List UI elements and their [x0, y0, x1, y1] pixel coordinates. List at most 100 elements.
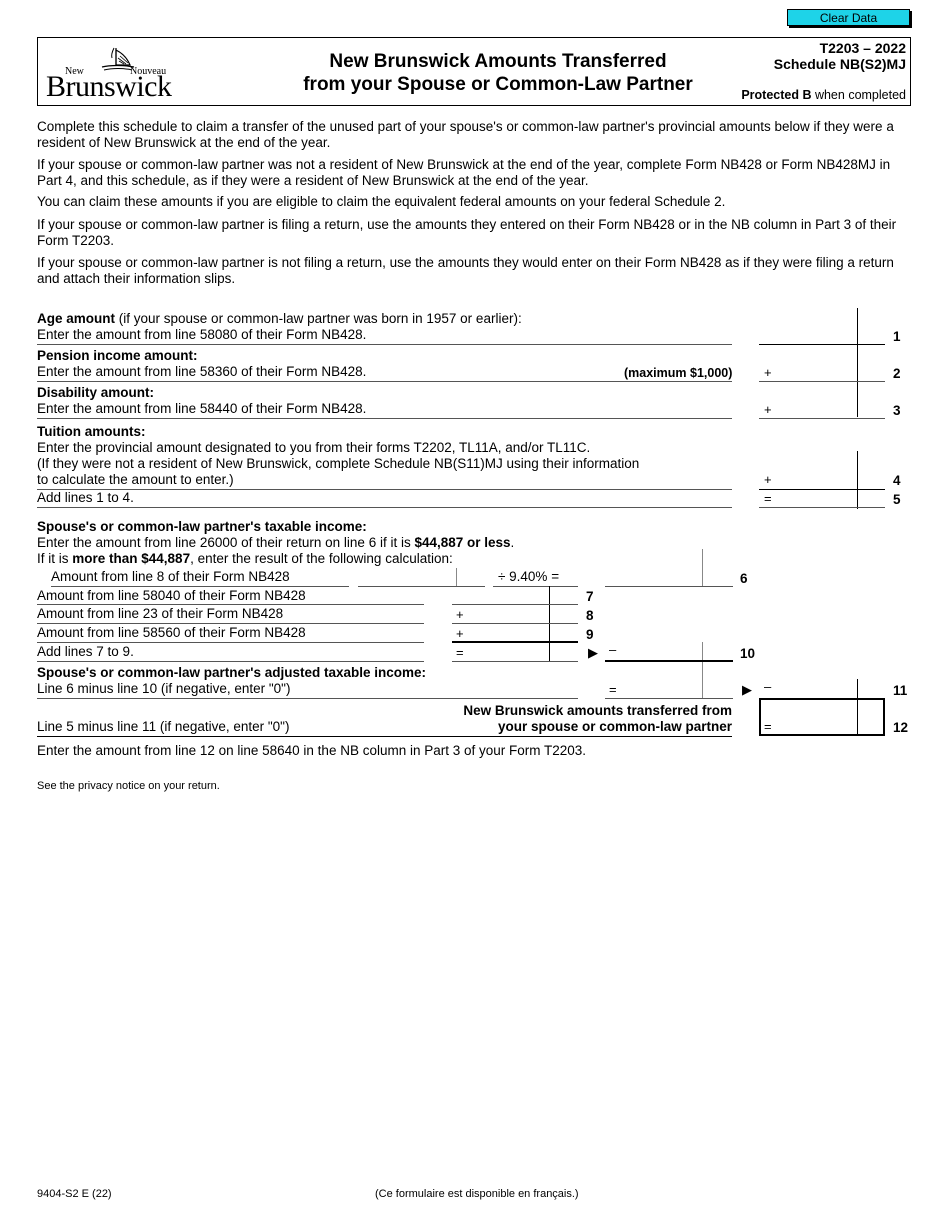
line-11-number: 11 [893, 683, 908, 698]
line-6-calc-input[interactable] [362, 569, 452, 585]
line-1-input[interactable] [775, 327, 853, 343]
line-2-input[interactable] [775, 364, 853, 380]
line-5-number: 5 [893, 492, 901, 507]
cents-divider [702, 642, 703, 698]
line-5-underline [759, 507, 885, 508]
line-9-number: 9 [586, 627, 594, 642]
line-8-text: Amount from line 23 of their Form NB428 [37, 606, 284, 621]
line-3-text: Enter the amount from line 58440 of thei… [37, 401, 367, 416]
divider [37, 381, 732, 382]
line-6-threshold: $44,887 or less [414, 535, 511, 550]
line-3-input[interactable] [775, 401, 853, 417]
line-11-title: Spouse's or common-law partner's adjuste… [37, 665, 427, 680]
instruction-line-12: Enter the amount from line 12 on line 58… [37, 743, 587, 758]
form-identifier: T2203 – 2022 Schedule NB(S2)MJ [774, 40, 906, 72]
cents-divider [456, 568, 457, 586]
divider [37, 489, 732, 490]
divider [37, 418, 732, 419]
french-availability: (Ce formulaire est disponible en françai… [375, 1188, 579, 1200]
clear-data-button[interactable]: Clear Data [787, 9, 910, 26]
cents-divider [857, 698, 858, 736]
line-10-minus: – [609, 642, 617, 657]
line-7-underline [452, 604, 578, 605]
line-4-text-1: Enter the provincial amount designated t… [37, 440, 591, 455]
line-1-underline [759, 344, 885, 345]
logo-brunswick: Brunswick [46, 70, 172, 103]
line-9-underline [452, 641, 578, 643]
divider [37, 507, 732, 508]
cents-divider [549, 586, 550, 662]
intro-paragraph-3: You can claim these amounts if you are e… [37, 194, 726, 209]
divider [37, 604, 424, 605]
line-6-divisor: ÷ 9.40% = [498, 569, 560, 584]
line-4-text-2: (If they were not a resident of New Brun… [37, 456, 640, 471]
line-8-input[interactable] [465, 606, 545, 622]
line-7-number: 7 [586, 589, 594, 604]
line-7-input[interactable] [465, 587, 545, 603]
divider [51, 586, 349, 587]
divider [37, 623, 424, 624]
line-8-plus: + [456, 607, 464, 622]
line-10-number: 10 [740, 646, 756, 661]
line-3-underline [759, 418, 885, 419]
line-1-title: Age amount (if your spouse or common-law… [37, 311, 522, 327]
line-10-input[interactable] [465, 644, 545, 660]
line-9-text: Amount from line 58560 of their Form NB4… [37, 625, 306, 640]
line-2-plus: + [764, 365, 772, 380]
form-code: 9404-S2 E (22) [37, 1188, 112, 1200]
line-5-input[interactable] [775, 490, 853, 506]
line-11-underline [605, 698, 733, 699]
divider [37, 642, 424, 643]
line-11-equals: = [609, 682, 617, 697]
line-4-plus: + [764, 472, 772, 487]
line-5-equals: = [764, 491, 772, 506]
protected-note: when completed [811, 88, 906, 102]
form-header: New Nouveau Brunswick New Brunswick Amou… [37, 37, 911, 106]
line-6-calc-label: Amount from line 8 of their Form NB428 [51, 569, 290, 584]
title-line-1: New Brunswick Amounts Transferred [329, 51, 667, 72]
line-12-number: 12 [893, 720, 909, 735]
line-10-right-input[interactable] [620, 643, 698, 659]
line-3-plus: + [764, 402, 772, 417]
line-4-number: 4 [893, 473, 901, 488]
line-10-underline [452, 661, 578, 662]
line-3-title: Disability amount: [37, 385, 155, 400]
form-number: T2203 – 2022 [819, 40, 906, 56]
line-6-title: Spouse's or common-law partner's taxable… [37, 519, 367, 534]
line-4-title: Tuition amounts: [37, 424, 146, 439]
line-12-equals: = [764, 719, 772, 734]
cents-divider [857, 679, 858, 698]
line-12-text: Line 5 minus line 11 (if negative, enter… [37, 719, 290, 734]
line-1-number: 1 [893, 329, 901, 344]
divider [37, 698, 578, 699]
line-4-text-3: to calculate the amount to enter.) [37, 472, 234, 487]
line-6-text-1c: . [510, 535, 515, 550]
column-divider [857, 451, 858, 509]
column-divider [857, 308, 858, 417]
line-1-title-bold: Age amount [37, 311, 116, 326]
protected-label: Protected B [741, 88, 812, 102]
line-6-input[interactable] [610, 569, 698, 585]
line-2-underline [759, 381, 885, 382]
line-2-title: Pension income amount: [37, 348, 198, 363]
line-11-right-input[interactable] [775, 681, 853, 697]
line-6-text-2c: , enter the result of the following calc… [190, 551, 453, 566]
privacy-notice: See the privacy notice on your return. [37, 780, 220, 792]
line-6-text-2a: If it is [37, 551, 73, 566]
line-6-underline [605, 586, 733, 587]
new-brunswick-logo: New Nouveau Brunswick [46, 44, 191, 103]
line-9-input[interactable] [465, 624, 545, 640]
line-11-input[interactable] [620, 681, 698, 697]
page-title: New Brunswick Amounts Transferred from y… [228, 50, 768, 96]
line-11-minus: – [764, 679, 772, 694]
title-line-2: from your Spouse or Common-Law Partner [303, 74, 693, 95]
line-12-input[interactable] [775, 717, 853, 733]
line-12-label-1: New Brunswick amounts transferred from [463, 703, 732, 718]
line-3-number: 3 [893, 403, 901, 418]
line-6-text-2: If it is more than $44,887, enter the re… [37, 551, 453, 567]
divider [37, 661, 424, 662]
divider [37, 736, 732, 737]
line-9-plus: + [456, 626, 464, 641]
line-7-text: Amount from line 58040 of their Form NB4… [37, 588, 306, 603]
line-4-input[interactable] [775, 471, 853, 487]
